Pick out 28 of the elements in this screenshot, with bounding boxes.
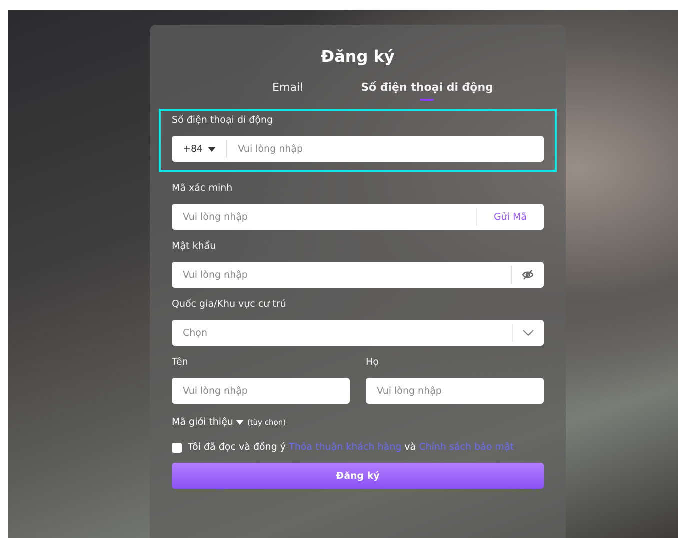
country-code: +84 <box>183 144 204 154</box>
caret-icon <box>236 420 244 425</box>
tab[interactable]: Email <box>272 81 304 101</box>
phone-field[interactable]: +84 Vui lòng nhập <box>172 136 544 162</box>
send-code-link[interactable]: Gửi Mã <box>476 212 544 222</box>
field-label: Tên <box>172 356 190 369</box>
field-label: Quốc gia/Khu vực cư trú <box>172 298 288 311</box>
field-label: Họ <box>366 356 380 369</box>
chevron-down-icon <box>523 330 534 336</box>
phone-input[interactable]: Vui lòng nhập <box>227 136 544 162</box>
code-input[interactable]: Vui lòng nhập <box>172 204 476 230</box>
referral-label: Mã giới thiệu <box>172 417 234 428</box>
agree-checkbox[interactable] <box>172 442 182 452</box>
field-label: Mã xác minh <box>172 182 234 195</box>
name-field[interactable]: Vui lòng nhập <box>366 378 544 404</box>
form-title: Đăng ký <box>320 47 396 67</box>
select-placeholder: Chọn <box>182 328 208 338</box>
tab[interactable]: Số điện thoại di động <box>361 81 494 101</box>
name-field[interactable]: Vui lòng nhập <box>172 378 350 404</box>
country-select[interactable]: Chọn <box>172 320 544 346</box>
agreement-text: Tôi đã đọc và đồng ý Thỏa thuận khách hàng và Chính sách bảo mật <box>188 442 514 453</box>
eye-slash-icon <box>522 270 534 280</box>
field-label: Mật khẩu <box>172 240 218 253</box>
register-button[interactable]: Đăng ký <box>172 463 544 489</box>
country-code-dropdown[interactable]: +84 <box>172 136 226 162</box>
caret-icon <box>208 146 216 152</box>
code-field[interactable]: Vui lòng nhập Gửi Mã <box>172 204 544 230</box>
field-label: Số điện thoại di động <box>172 114 274 127</box>
